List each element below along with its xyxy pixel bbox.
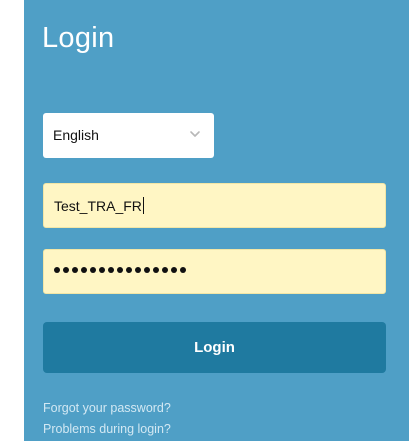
password-dot	[54, 267, 61, 274]
password-dot	[107, 267, 115, 274]
password-dot	[161, 267, 169, 274]
password-dot	[152, 267, 160, 274]
password-dot	[134, 267, 142, 274]
text-caret	[142, 197, 144, 214]
password-field[interactable]	[43, 249, 386, 294]
password-dot	[62, 267, 70, 274]
password-dot	[170, 267, 178, 274]
login-panel: Login English Test_TRA_FR Login Forgot y…	[24, 0, 409, 441]
password-dot	[179, 267, 187, 274]
password-dot	[89, 267, 97, 274]
login-problems-link[interactable]: Problems during login?	[43, 422, 171, 436]
password-mask	[54, 267, 187, 274]
language-select[interactable]: English	[43, 113, 214, 158]
chevron-down-icon	[188, 127, 202, 141]
password-dot	[125, 267, 133, 274]
password-dot	[143, 267, 151, 274]
password-dot	[116, 267, 124, 274]
language-select-value: English	[53, 127, 99, 143]
forgot-password-link[interactable]: Forgot your password?	[43, 401, 171, 415]
login-button[interactable]: Login	[43, 322, 386, 373]
username-field[interactable]: Test_TRA_FR	[43, 183, 386, 228]
page-title: Login	[42, 22, 115, 54]
password-dot	[80, 267, 88, 274]
password-dot	[98, 267, 106, 274]
username-value: Test_TRA_FR	[54, 197, 144, 214]
password-dot	[71, 267, 79, 274]
